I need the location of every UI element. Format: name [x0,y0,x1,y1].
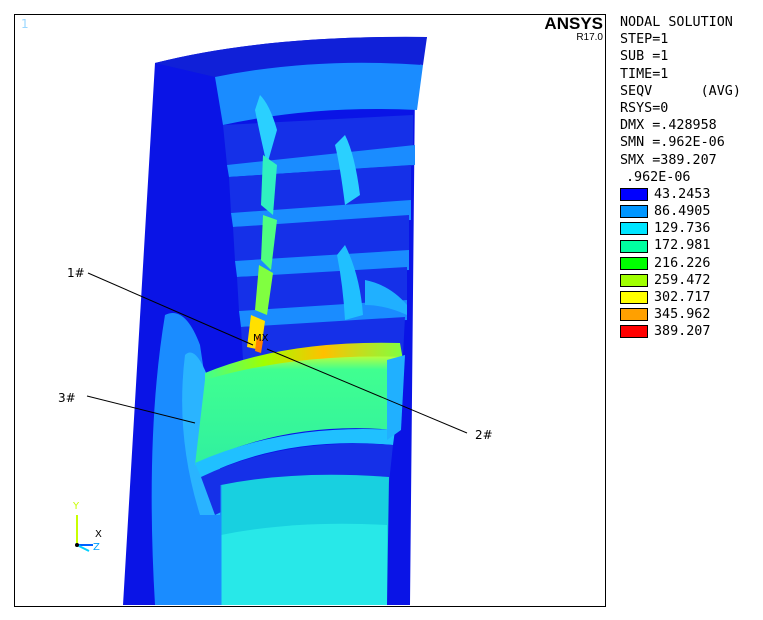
legend-band: 259.472 [620,272,760,289]
callout-3: 3# [58,391,76,405]
thread-grooves [223,95,415,360]
legend-swatch [620,273,648,287]
legend-min-value: .962E-06 [626,169,691,185]
brand-name: ANSYS [544,14,603,33]
legend-band: 43.2453 [620,186,760,203]
legend-band: 172.981 [620,237,760,254]
triad-y-label: Y [73,501,80,512]
window-number: 1 [21,17,29,31]
legend-band: 86.4905 [620,203,760,220]
contour-bands: 43.2453 86.4905 129.736 172.981 216.226 259.4… [620,186,760,341]
legend-swatch [620,187,648,201]
legend-band-value: 216.226 [654,255,711,271]
legend-swatch [620,205,648,219]
legend-band: 302.717 [620,289,760,306]
max-marker: MX [253,333,269,344]
legend-band: 216.226 [620,255,760,272]
legend-band-value: 259.472 [654,272,711,288]
legend-line: RSYS=0 [620,100,669,116]
callout-2: 2# [475,428,493,442]
legend-swatch [620,291,648,305]
legend-line: SMX =389.207 [620,152,717,168]
coordinate-triad [75,515,93,552]
legend-band-value: 302.717 [654,290,711,305]
triad-z-label: Z [93,542,100,553]
legend-line: STEP=1 [620,32,669,48]
nodal-solution-legend: NODAL SOLUTION STEP=1 SUB =1 TIME=1 SEQV… [620,14,760,341]
legend-swatch [620,222,648,236]
fea-model [75,36,468,605]
graphics-viewport[interactable]: 1 ANSYS R17.0 MX 1# 2# 3# Y X Z [14,14,606,607]
triad-x-label: X [95,529,102,540]
callout-1: 1# [67,266,85,280]
legend-band-value: 129.736 [654,221,711,237]
legend-swatch [620,239,648,253]
legend-band-value: 43.2453 [654,186,711,202]
legend-swatch [620,325,648,339]
legend-band-value: 172.981 [654,238,711,254]
legend-line: NODAL SOLUTION [620,15,733,30]
legend-line: TIME=1 [620,66,669,82]
legend-band: 389.207 [620,323,760,340]
legend-swatch [620,256,648,270]
legend-band-value: 389.207 [654,324,711,340]
ansys-brand: ANSYS R17.0 [544,15,603,43]
legend-line: SMN =.962E-06 [620,135,725,151]
legend-band: 129.736 [620,220,760,237]
lower-cylinder-light [221,523,387,605]
legend-band-value: 86.4905 [654,204,711,220]
legend-line: DMX =.428958 [620,118,717,134]
legend-line: SUB =1 [620,49,669,65]
legend-line: SEQV (AVG) [620,83,741,99]
brand-version: R17.0 [576,32,603,43]
legend-swatch [620,308,648,322]
legend-band-value: 345.962 [654,307,711,323]
legend-band: 345.962 [620,306,760,323]
